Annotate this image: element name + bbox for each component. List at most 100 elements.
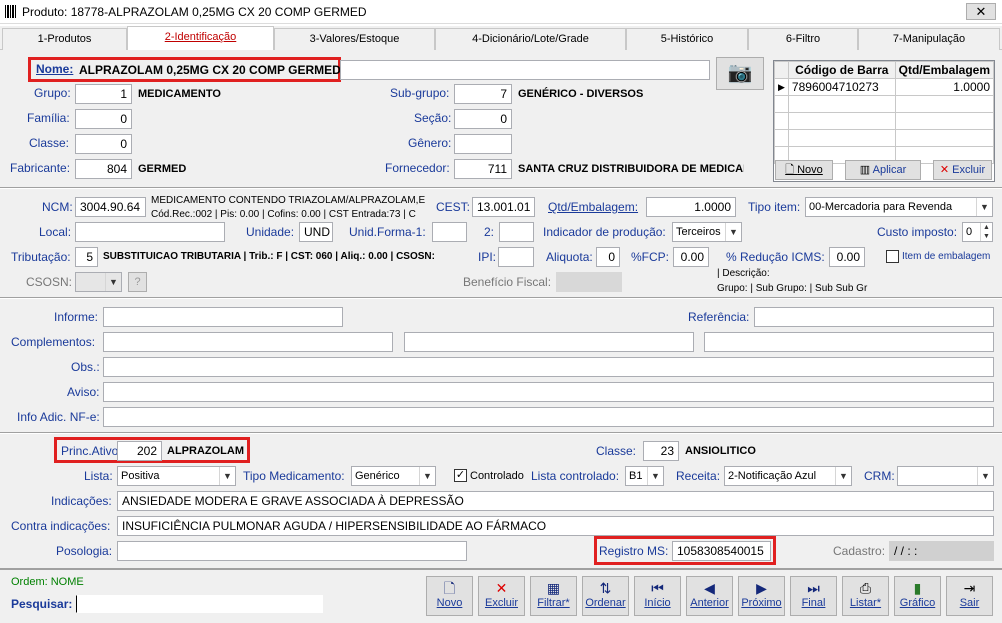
tab-filtro[interactable]: 6-Filtro: [748, 28, 858, 50]
fabricante-label: Fabricante:: [10, 161, 71, 175]
final-button[interactable]: ⏭ Final: [790, 576, 837, 616]
fornecedor-field[interactable]: 711: [454, 159, 512, 179]
aliq-field[interactable]: 0: [596, 247, 620, 267]
tab-bar: 1-Produtos 2-Identificação 3-Valores/Est…: [0, 26, 1002, 51]
tab-manipulacao[interactable]: 7-Manipulação: [858, 28, 1000, 50]
classe-field[interactable]: 0: [75, 134, 132, 154]
grupo-desc: MEDICAMENTO: [138, 88, 221, 100]
controlado-checkbox[interactable]: ✓: [454, 469, 467, 482]
benef-field[interactable]: [556, 272, 622, 292]
trib-field[interactable]: 5: [75, 247, 98, 267]
familia-field[interactable]: 0: [75, 109, 132, 129]
fabricante-field[interactable]: 804: [75, 159, 132, 179]
ncm-desc: MEDICAMENTO CONTENDO TRIAZOLAM/ALPRAZOLA…: [151, 195, 426, 206]
ncm-field[interactable]: 3004.90.64: [75, 197, 146, 217]
princ-desc: ALPRAZOLAM: [167, 445, 244, 457]
receita-select[interactable]: 2-Notificação Azul ▼: [724, 466, 852, 486]
tab-historico[interactable]: 5-Histórico: [626, 28, 748, 50]
indic-label: Indicações:: [51, 494, 112, 508]
unidforma2-field[interactable]: [499, 222, 534, 242]
nome-label: Nome:: [36, 62, 74, 76]
filtrar-button[interactable]: ▦ Filtrar*: [530, 576, 577, 616]
fabricante-desc: GERMED: [138, 163, 187, 175]
csosn-help-button[interactable]: ?: [128, 272, 147, 292]
redicms-field[interactable]: 0.00: [829, 247, 865, 267]
local-field[interactable]: [75, 222, 225, 242]
referencia-field[interactable]: [754, 307, 994, 327]
complemento3-field[interactable]: [704, 332, 994, 352]
tab-identificacao[interactable]: 2-Identificação: [127, 26, 274, 51]
itememb-checkbox[interactable]: [886, 250, 899, 263]
informe-field[interactable]: [103, 307, 343, 327]
close-button[interactable]: ✕: [966, 3, 996, 20]
regms-field[interactable]: 1058308540015: [672, 541, 771, 561]
grupo-field[interactable]: 1: [75, 84, 132, 104]
table-row[interactable]: [774, 95, 995, 113]
qtd-cell[interactable]: 1.0000: [894, 78, 995, 96]
princ-field[interactable]: 202: [117, 441, 162, 461]
nome-field[interactable]: ALPRAZOLAM 0,25MG CX 20 COMP GERMED: [79, 63, 341, 77]
barcode-novo-button[interactable]: 🗋 Novo: [775, 160, 833, 180]
infoadic-field[interactable]: [103, 407, 994, 427]
tab-valores-estoque[interactable]: 3-Valores/Estoque: [274, 28, 435, 50]
barcode-excluir-button[interactable]: ✕ Excluir: [933, 160, 992, 180]
unidade-field[interactable]: UND: [299, 222, 333, 242]
classe-med-desc: ANSIOLITICO: [685, 445, 756, 457]
previous-icon: ◀: [704, 580, 715, 596]
genero-field[interactable]: [454, 134, 512, 154]
subgrupo-field[interactable]: 7: [454, 84, 512, 104]
posol-field[interactable]: [117, 541, 467, 561]
indprod-select[interactable]: Terceiros ▼: [672, 222, 742, 242]
benef-label: Benefício Fiscal:: [463, 275, 552, 289]
infoadic-label: Info Adic. NF-e:: [17, 410, 100, 424]
camera-button[interactable]: 📷: [716, 57, 764, 90]
csosn-select[interactable]: ▼: [75, 272, 122, 292]
cest-field[interactable]: 13.001.01: [472, 197, 535, 217]
ordenar-button[interactable]: ⇅ Ordenar: [582, 576, 629, 616]
barcode-col-header: Código de Barra: [787, 61, 896, 79]
table-row[interactable]: [774, 112, 995, 130]
secao-field[interactable]: 0: [454, 109, 512, 129]
crm-select[interactable]: ▼: [897, 466, 994, 486]
table-row[interactable]: [774, 129, 995, 147]
tab-dicionario[interactable]: 4-Dicionário/Lote/Grade: [435, 28, 626, 50]
complemento2-field[interactable]: [404, 332, 694, 352]
complementos-label: Complementos:: [11, 335, 96, 349]
aviso-field[interactable]: [103, 382, 994, 402]
grupos-text: Grupo: | Sub Grupo: | Sub Sub Gr: [717, 283, 868, 294]
sair-button[interactable]: ⇥ Sair: [946, 576, 993, 616]
novo-button[interactable]: 🗋 Novo: [426, 576, 473, 616]
proximo-button[interactable]: ▶ Próximo: [738, 576, 785, 616]
fcp-field[interactable]: 0.00: [673, 247, 709, 267]
pesquisar-label: Pesquisar:: [11, 597, 73, 611]
barcode-app-icon: [5, 5, 17, 18]
grafico-button[interactable]: ▮ Gráfico: [894, 576, 941, 616]
indic-field[interactable]: ANSIEDADE MODERA E GRAVE ASSOCIADA À DEP…: [117, 491, 994, 511]
listar-button[interactable]: ⎙ Listar*: [842, 576, 889, 616]
complemento1-field[interactable]: [103, 332, 393, 352]
subgrupo-label: Sub-grupo:: [390, 86, 450, 100]
custo-spinner[interactable]: 0 ▲ ▼: [962, 222, 993, 242]
listacontr-select[interactable]: B1 ▼: [625, 466, 664, 486]
tab-produtos[interactable]: 1-Produtos: [2, 28, 127, 50]
obs-field[interactable]: [103, 357, 994, 377]
excluir-button[interactable]: ✕ Excluir: [478, 576, 525, 616]
nome-field-extension[interactable]: [340, 60, 710, 80]
unidforma-field[interactable]: [432, 222, 467, 242]
contra-field[interactable]: INSUFICIÊNCIA PULMONAR AGUDA / HIPERSENS…: [117, 516, 994, 536]
search-input[interactable]: [76, 595, 323, 613]
tipoitem-select[interactable]: 00-Mercadoria para Revenda ▼: [805, 197, 993, 217]
qtdemb-field[interactable]: 1.0000: [646, 197, 736, 217]
lista-select[interactable]: Positiva ▼: [117, 466, 236, 486]
barcode-aplicar-button[interactable]: ▥ Aplicar: [845, 160, 921, 180]
ipi-field[interactable]: [498, 247, 534, 267]
barcode-cell[interactable]: 7896004710273: [787, 78, 896, 96]
divider: [0, 432, 1002, 434]
classe-med-field[interactable]: 23: [643, 441, 679, 461]
anterior-button[interactable]: ◀ Anterior: [686, 576, 733, 616]
table-row[interactable]: ▶ 7896004710273 1.0000: [774, 78, 995, 96]
tipomed-select[interactable]: Genérico ▼: [351, 466, 436, 486]
inicio-button[interactable]: ⏮ Início: [634, 576, 681, 616]
dois-label: 2:: [484, 225, 495, 239]
chevron-down-icon: ▼: [647, 467, 663, 485]
